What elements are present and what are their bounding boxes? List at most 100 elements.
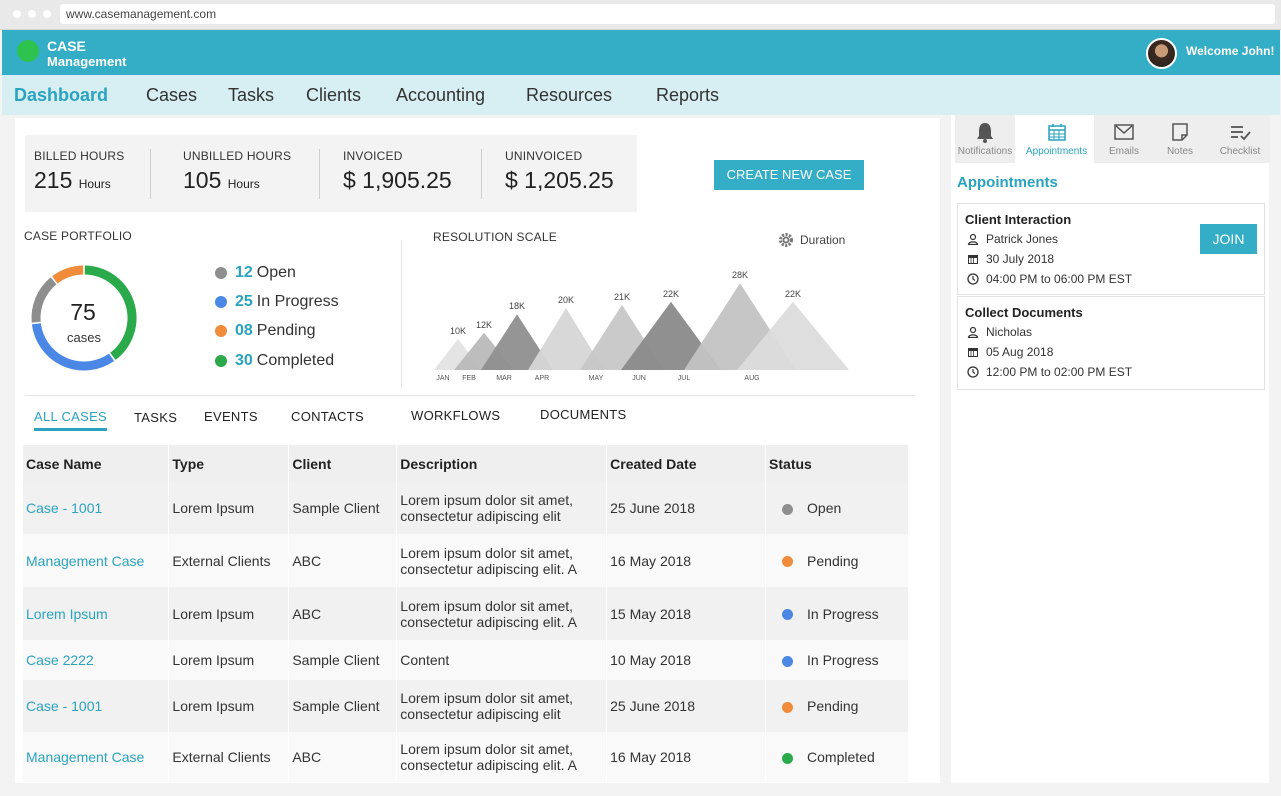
address-bar[interactable]: www.casemanagement.com: [60, 4, 1275, 24]
legend-dot: [215, 355, 227, 367]
appointment-card[interactable]: Client Interaction Patrick Jones 30 July…: [957, 203, 1265, 295]
status-dot: [782, 701, 794, 713]
appointment-date-value: 30 July 2018: [986, 252, 1055, 266]
duration-filter[interactable]: Duration: [778, 232, 845, 248]
nav-cases[interactable]: Cases: [146, 85, 197, 106]
description-line: Lorem ipsum dolor sit amet,: [400, 492, 574, 508]
tab-notes[interactable]: Notes: [1150, 115, 1210, 163]
app-header: CASE Management Welcome John!: [2, 30, 1280, 75]
join-button[interactable]: JOIN: [1200, 224, 1257, 254]
month-label: MAY: [589, 375, 604, 382]
appointment-person: Patrick Jones: [967, 232, 1058, 246]
nav-accounting[interactable]: Accounting: [396, 85, 485, 106]
case-created-date: 25 June 2018: [606, 482, 767, 534]
case-name-link[interactable]: Case - 1001: [23, 482, 170, 534]
legend-label: In Progress: [256, 293, 339, 310]
case-name-link[interactable]: Management Case: [23, 534, 170, 587]
nav-tasks[interactable]: Tasks: [228, 85, 274, 106]
appointment-card[interactable]: Collect Documents Nicholas 05 Aug 2018 1…: [957, 296, 1265, 390]
divider: [401, 240, 402, 388]
appointment-time-value: 12:00 PM to 02:00 PM EST: [986, 365, 1133, 379]
browser-bar: www.casemanagement.com: [0, 0, 1281, 30]
case-created-date: 16 May 2018: [606, 534, 767, 587]
legend-dot: [215, 296, 227, 308]
description-line: Lorem ipsum dolor sit amet,: [400, 690, 574, 706]
case-client: Sample Client: [288, 482, 398, 534]
donut-segment-pending: [52, 265, 84, 284]
nav-clients[interactable]: Clients: [306, 85, 361, 106]
table-row[interactable]: Management Case External Clients ABC Lor…: [23, 534, 909, 587]
appointment-person: Nicholas: [967, 325, 1032, 339]
nav-resources[interactable]: Resources: [526, 85, 612, 106]
table-row[interactable]: Case - 1001 Lorem Ipsum Sample Client Lo…: [23, 482, 909, 534]
appointment-title: Collect Documents: [965, 305, 1083, 320]
case-description: Content: [396, 640, 608, 680]
user-avatar[interactable]: [1146, 38, 1177, 69]
column-header[interactable]: Status: [765, 445, 909, 482]
case-status: In Progress: [765, 587, 909, 640]
case-name-link[interactable]: Case 2222: [23, 640, 170, 680]
tab-appointments[interactable]: Appointments: [1015, 115, 1098, 163]
appointment-date: 30 July 2018: [967, 252, 1054, 266]
tab-events[interactable]: EVENTS: [204, 409, 258, 424]
case-type: Lorem Ipsum: [168, 482, 290, 534]
legend-count: 08: [235, 322, 253, 339]
tab-label: Notifications: [957, 146, 1013, 157]
legend-label: Open: [256, 264, 296, 281]
table-row[interactable]: Management Case External Clients ABC Lor…: [23, 732, 909, 782]
tab-label: Checklist: [1219, 146, 1261, 157]
clock-icon: [967, 366, 979, 378]
case-client: ABC: [288, 534, 398, 587]
description-line: consectetur adipiscing elit. A: [400, 560, 577, 577]
create-new-case-button[interactable]: CREATE NEW CASE: [714, 160, 864, 190]
nav-dashboard[interactable]: Dashboard: [14, 85, 108, 106]
column-header[interactable]: Created Date: [606, 445, 767, 482]
nav-reports[interactable]: Reports: [656, 85, 719, 106]
welcome-text: Welcome John!: [1186, 44, 1275, 58]
logo-subtitle: Management: [47, 54, 127, 69]
column-header[interactable]: Case Name: [23, 445, 170, 482]
column-header[interactable]: Description: [396, 445, 608, 482]
status-label: Completed: [807, 749, 875, 765]
table-row[interactable]: Case - 1001 Lorem Ipsum Sample Client Lo…: [23, 680, 909, 732]
appointment-person-name: Nicholas: [986, 325, 1033, 339]
donut-segment-open: [31, 277, 57, 323]
case-name-link[interactable]: Case - 1001: [23, 680, 170, 732]
tab-documents[interactable]: DOCUMENTS: [540, 407, 626, 422]
stats-summary: BILLED HOURS 215 Hours UNBILLED HOURS 10…: [25, 135, 637, 212]
checklist-icon: [1231, 126, 1251, 141]
case-name-link[interactable]: Lorem Ipsum: [23, 587, 170, 640]
tab-checklist[interactable]: Checklist: [1210, 115, 1270, 163]
case-status: Pending: [765, 534, 909, 587]
duration-label: Duration: [800, 233, 846, 247]
case-created-date: 15 May 2018: [606, 587, 767, 640]
appointment-time: 12:00 PM to 02:00 PM EST: [967, 365, 1132, 379]
stat-invoiced: INVOICED $ 1,905.25: [343, 149, 452, 194]
status-dot: [782, 655, 794, 667]
logo-icon: [17, 40, 39, 62]
case-status: Open: [765, 482, 909, 534]
legend-in-progress: 25 In Progress: [215, 293, 339, 311]
legend-completed: 30 Completed: [215, 352, 334, 370]
case-name-link[interactable]: Management Case: [23, 732, 170, 782]
window-controls: [13, 10, 51, 18]
table-row[interactable]: Lorem Ipsum Lorem Ipsum ABC Lorem ipsum …: [23, 587, 909, 640]
peak-value-label: 21K: [614, 292, 630, 302]
case-description: Lorem ipsum dolor sit amet, consectetur a…: [396, 534, 608, 587]
tab-contacts[interactable]: CONTACTS: [291, 409, 364, 424]
description-line: consectetur adipiscing elit. A: [400, 757, 577, 773]
column-header[interactable]: Type: [168, 445, 290, 482]
peak-value-label: 10K: [450, 326, 466, 336]
legend-count: 12: [235, 264, 253, 281]
description-line: Content: [400, 652, 450, 668]
tab-all-cases[interactable]: ALL CASES: [34, 409, 108, 431]
tab-workflows[interactable]: WORKFLOWS: [411, 408, 500, 423]
tab-notifications[interactable]: Notifications: [955, 115, 1015, 163]
table-row[interactable]: Case 2222 Lorem Ipsum Sample Client Cont…: [23, 640, 909, 680]
note-icon: [1172, 123, 1188, 141]
column-header[interactable]: Client: [288, 445, 398, 482]
tab-emails[interactable]: Emails: [1094, 115, 1154, 163]
peak-value-label: 22K: [663, 289, 679, 299]
tab-tasks[interactable]: TASKS: [134, 410, 177, 425]
status-label: In Progress: [807, 652, 879, 668]
